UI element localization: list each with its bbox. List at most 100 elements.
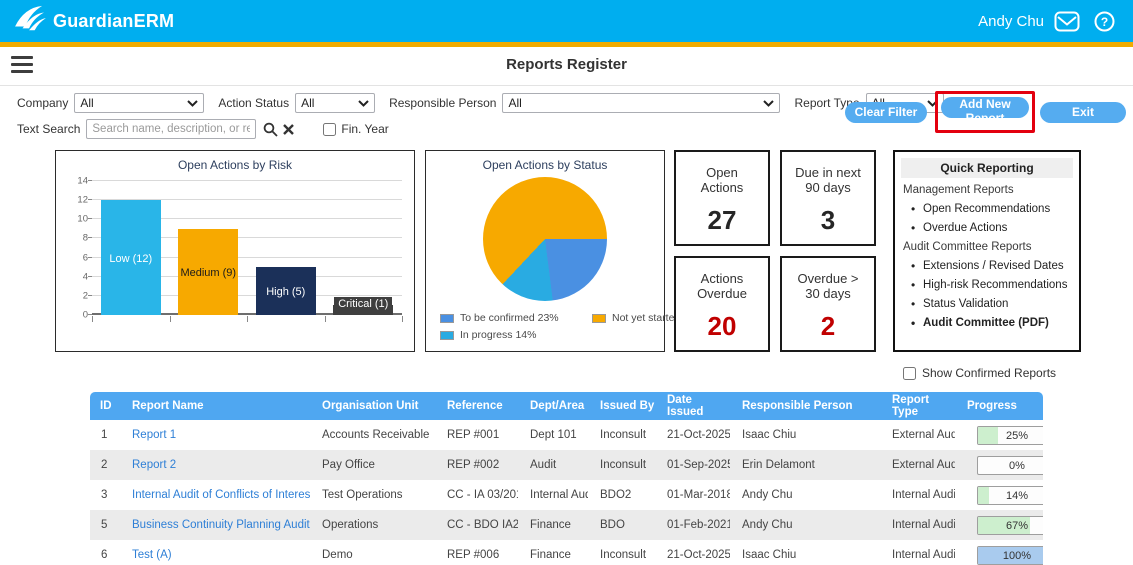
exit-button[interactable]: Exit — [1040, 102, 1126, 123]
cell-date: 01-Mar-2018 — [655, 489, 730, 501]
open-actions-by-status-chart: Open Actions by Status To be confirmed 2… — [425, 150, 665, 352]
show-confirmed-row: Show Confirmed Reports — [903, 366, 1056, 380]
fin-year-checkbox[interactable] — [323, 123, 336, 136]
quick-reporting-content: Management ReportsOpen RecommendationsOv… — [901, 181, 1073, 333]
mail-icon[interactable] — [1054, 11, 1080, 32]
cell-ref: REP #001 — [435, 429, 518, 441]
progress-bar: 67% — [977, 516, 1043, 535]
pie-chart-title: Open Actions by Status — [426, 158, 664, 172]
cell-name: Business Continuity Planning Audit — [120, 519, 310, 531]
quick-reporting-item[interactable]: Open Recommendations — [901, 200, 1073, 219]
cell-name: Test (A) — [120, 549, 310, 561]
bar-ytick-label: 14 — [77, 176, 88, 187]
cell-dept: Internal Audit — [518, 489, 588, 501]
action-status-label: Action Status — [218, 96, 289, 110]
column-header: Dept/Area — [518, 400, 588, 412]
kpi-due-90-days-value: 3 — [782, 205, 874, 236]
brand: GuardianERM — [14, 5, 174, 38]
legend-label: To be confirmed 23% — [460, 312, 559, 324]
bar-ytick-label: 6 — [83, 252, 88, 263]
bar-ytick-label: 10 — [77, 214, 88, 225]
kpi-open-actions-value: 27 — [676, 205, 768, 236]
help-icon[interactable]: ? — [1094, 11, 1115, 32]
bar-ytick-label: 12 — [77, 195, 88, 206]
bar-ytick-label: 2 — [83, 290, 88, 301]
clear-filter-button[interactable]: Clear Filter — [845, 102, 927, 123]
cell-issued_by: Inconsult — [588, 459, 655, 471]
column-header: Reference — [435, 400, 518, 412]
cell-type: Internal Audit — [880, 519, 955, 531]
progress-text: 25% — [978, 427, 1043, 445]
quick-reporting-item[interactable]: Overdue Actions — [901, 219, 1073, 238]
table-row: 3 Internal Audit of Conflicts of Interest… — [90, 480, 1043, 510]
cell-name: Report 2 — [120, 459, 310, 471]
reports-table: IDReport NameOrganisation UnitReferenceD… — [90, 392, 1043, 565]
report-name-link[interactable]: Business Continuity Planning Audit — [132, 519, 310, 531]
cell-person: Erin Delamont — [730, 459, 880, 471]
cell-org: Test Operations — [310, 489, 435, 501]
cell-ref: CC - BDO IA21 — [435, 519, 518, 531]
chevron-down-icon — [358, 100, 369, 107]
chevron-down-icon — [187, 100, 198, 107]
cell-org: Accounts Receivable — [310, 429, 435, 441]
quick-reporting-item[interactable]: High-risk Recommendations — [901, 276, 1073, 295]
cell-id: 2 — [90, 459, 120, 471]
cell-date: 21-Oct-2025 — [655, 429, 730, 441]
responsible-person-label: Responsible Person — [389, 96, 496, 110]
report-name-link[interactable]: Internal Audit of Conflicts of Interest — [132, 489, 310, 501]
responsible-person-select[interactable]: All — [502, 93, 780, 113]
add-new-report-highlight: Add New Report — [935, 91, 1035, 133]
bar-xtick-mark — [92, 316, 93, 322]
text-search-input[interactable] — [86, 119, 256, 139]
kpi-overdue-30-days-value: 2 — [782, 311, 874, 342]
bar-xtick-mark — [247, 316, 248, 322]
cell-id: 3 — [90, 489, 120, 501]
search-icon[interactable] — [263, 122, 278, 137]
cell-progress: 100% — [955, 546, 1043, 565]
show-confirmed-checkbox[interactable] — [903, 367, 916, 380]
cell-person: Andy Chu — [730, 519, 880, 531]
kpi-overdue-30-days: Overdue >30 days 2 — [780, 256, 876, 352]
progress-text: 67% — [978, 517, 1043, 535]
report-name-link[interactable]: Report 2 — [132, 459, 176, 471]
column-header: Issued By — [588, 400, 655, 412]
cell-type: Internal Audit — [880, 549, 955, 561]
bar-label-low: Low (12) — [92, 253, 170, 265]
legend-swatch — [440, 331, 454, 340]
bar-slot-high: High (5) — [247, 181, 325, 315]
open-actions-by-risk-chart: Open Actions by Risk 02468101214 Low (12… — [55, 150, 415, 352]
kpi-actions-overdue-value: 20 — [676, 311, 768, 342]
progress-text: 0% — [978, 457, 1043, 475]
cell-dept: Dept 101 — [518, 429, 588, 441]
bar-ytick-label: 0 — [83, 310, 88, 321]
cell-person: Isaac Chiu — [730, 549, 880, 561]
column-header: ID — [90, 400, 120, 412]
quick-reporting-item[interactable]: Audit Committee (PDF) — [901, 314, 1073, 333]
company-select[interactable]: All — [74, 93, 204, 113]
column-header: Organisation Unit — [310, 400, 435, 412]
legend-swatch — [592, 314, 606, 323]
action-status-select[interactable]: All — [295, 93, 375, 113]
report-name-link[interactable]: Report 1 — [132, 429, 176, 441]
progress-bar: 100% — [977, 546, 1043, 565]
cell-id: 5 — [90, 519, 120, 531]
quick-reporting-item[interactable]: Status Validation — [901, 295, 1073, 314]
top-bar: GuardianERM Andy Chu ? — [0, 0, 1133, 42]
fin-year-label: Fin. Year — [341, 122, 388, 136]
bar-ytick-label: 8 — [83, 233, 88, 244]
report-name-link[interactable]: Test (A) — [132, 549, 172, 561]
cell-issued_by: BDO2 — [588, 489, 655, 501]
cell-org: Operations — [310, 519, 435, 531]
filter-buttons: Clear Filter Add New Report Exit — [845, 91, 1126, 133]
progress-bar: 14% — [977, 486, 1043, 505]
legend-item: In progress 14% — [440, 329, 592, 341]
add-new-report-button[interactable]: Add New Report — [941, 97, 1029, 118]
clear-search-icon[interactable] — [282, 123, 295, 136]
bar-chart-title: Open Actions by Risk — [56, 158, 414, 172]
bar-xtick-mark — [170, 316, 171, 322]
cell-ref: CC - IA 03/2018 — [435, 489, 518, 501]
quick-reporting-item[interactable]: Extensions / Revised Dates — [901, 257, 1073, 276]
legend-swatch — [440, 314, 454, 323]
bar-label-critical: Critical (1) — [325, 298, 403, 310]
cell-id: 1 — [90, 429, 120, 441]
